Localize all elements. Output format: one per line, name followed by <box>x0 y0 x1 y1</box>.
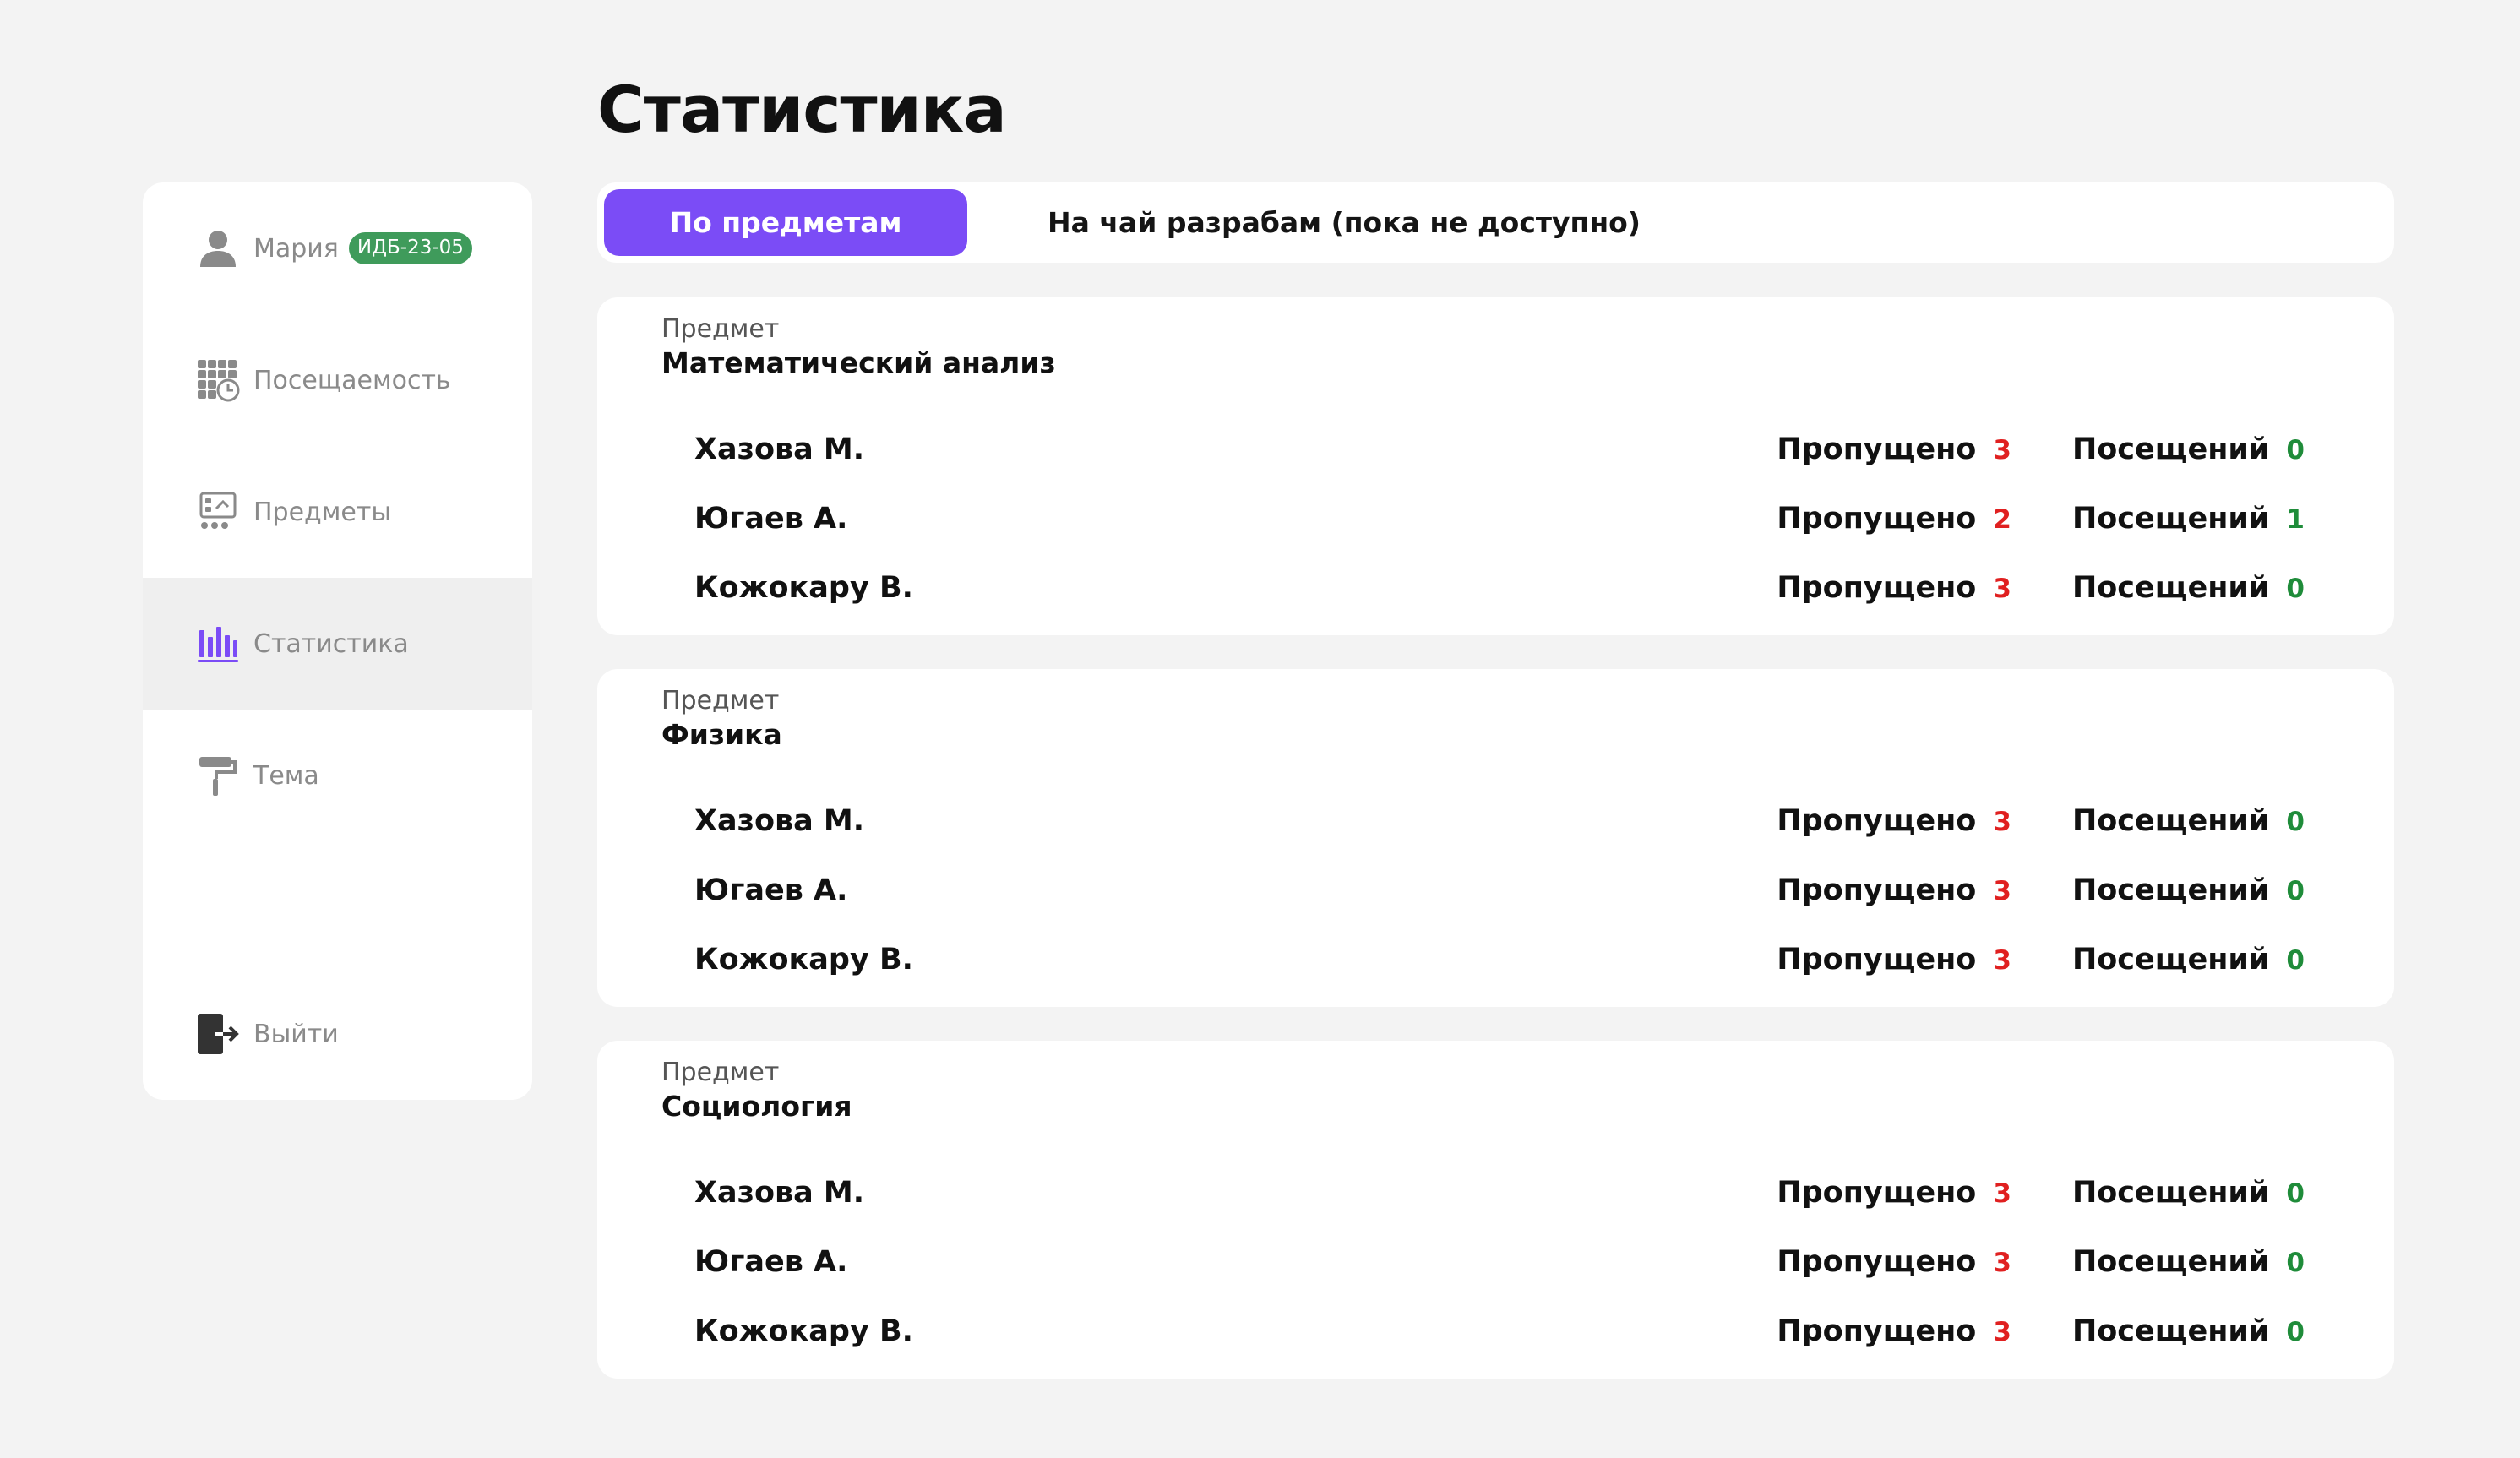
table-row: Хазова М. Пропущено 3 Посещений 0 <box>597 1167 2394 1218</box>
logout-button[interactable]: Выйти <box>143 968 532 1100</box>
paint-roller-icon <box>196 753 240 797</box>
student-stats: Пропущено 3 Посещений 0 <box>1777 804 2305 838</box>
visits-label: Посещений <box>2071 1314 2270 1348</box>
student-name: Югаев А. <box>694 873 848 907</box>
student-stats: Пропущено 2 Посещений 1 <box>1777 502 2305 536</box>
visits-count: 0 <box>2286 807 2305 837</box>
missed-count: 3 <box>1993 574 2011 604</box>
user-icon <box>196 226 240 270</box>
table-row: Хазова М. Пропущено 3 Посещений 0 <box>597 424 2394 475</box>
visits-label: Посещений <box>2071 873 2270 907</box>
subject-title: Физика <box>661 718 782 751</box>
sidebar-item-label: Предметы <box>253 497 392 527</box>
student-stats: Пропущено 3 Посещений 0 <box>1777 571 2305 605</box>
visits-count: 0 <box>2286 1317 2305 1347</box>
missed-label: Пропущено <box>1777 433 1977 466</box>
student-name: Кожокару В. <box>694 943 913 977</box>
student-stats: Пропущено 3 Посещений 0 <box>1777 433 2305 466</box>
table-row: Кожокару В. Пропущено 3 Посещений 0 <box>597 1306 2394 1357</box>
visits-count: 0 <box>2286 1178 2305 1209</box>
student-name: Югаев А. <box>694 502 848 536</box>
missed-count: 3 <box>1993 807 2011 837</box>
visits-count: 0 <box>2286 574 2305 604</box>
sidebar-item-theme[interactable]: Тема <box>143 710 532 841</box>
tab-by-subjects[interactable]: По предметам <box>604 189 967 256</box>
visits-label: Посещений <box>2071 433 2270 466</box>
missed-label: Пропущено <box>1777 502 1977 536</box>
missed-count: 2 <box>1993 504 2011 535</box>
visits-label: Посещений <box>2071 943 2270 977</box>
subjects-board-icon <box>196 490 240 534</box>
visits-label: Посещений <box>2071 1245 2270 1279</box>
missed-count: 3 <box>1993 876 2011 906</box>
student-stats: Пропущено 3 Посещений 0 <box>1777 1314 2305 1348</box>
missed-count: 3 <box>1993 1248 2011 1278</box>
subject-label: Предмет <box>661 686 780 715</box>
sidebar-panel: Мария ИДБ-23-05 Посещаемость Предметы Ст… <box>143 182 532 1100</box>
student-name: Кожокару В. <box>694 571 913 605</box>
sidebar-item-label: Статистика <box>253 628 409 659</box>
missed-label: Пропущено <box>1777 1314 1977 1348</box>
sidebar-item-label: Посещаемость <box>253 365 451 395</box>
subject-card: Предмет Математический анализ Хазова М. … <box>597 297 2394 635</box>
visits-count: 0 <box>2286 876 2305 906</box>
visits-count: 0 <box>2286 435 2305 465</box>
sidebar-item-subjects[interactable]: Предметы <box>143 446 532 578</box>
user-name: Мария <box>253 233 339 264</box>
page-title: Статистика <box>597 72 1007 147</box>
attendance-grid-clock-icon <box>196 358 240 402</box>
visits-label: Посещений <box>2071 1176 2270 1210</box>
student-stats: Пропущено 3 Посещений 0 <box>1777 1245 2305 1279</box>
sidebar-item-attendance[interactable]: Посещаемость <box>143 314 532 446</box>
subject-card: Предмет Социология Хазова М. Пропущено 3… <box>597 1041 2394 1379</box>
logout-label: Выйти <box>253 1019 339 1049</box>
subject-label: Предмет <box>661 1058 780 1087</box>
student-stats: Пропущено 3 Посещений 0 <box>1777 943 2305 977</box>
student-stats: Пропущено 3 Посещений 0 <box>1777 1176 2305 1210</box>
student-name: Хазова М. <box>694 433 865 466</box>
logout-icon <box>196 1012 240 1056</box>
table-row: Югаев А. Пропущено 2 Посещений 1 <box>597 493 2394 544</box>
visits-label: Посещений <box>2071 804 2270 838</box>
missed-count: 3 <box>1993 1178 2011 1209</box>
missed-count: 3 <box>1993 945 2011 976</box>
sidebar-profile[interactable]: Мария ИДБ-23-05 <box>143 182 532 314</box>
visits-count: 0 <box>2286 1248 2305 1278</box>
bar-chart-icon <box>196 622 240 666</box>
visits-label: Посещений <box>2071 571 2270 605</box>
subject-label: Предмет <box>661 314 780 344</box>
student-name: Кожокару В. <box>694 1314 913 1348</box>
student-name: Югаев А. <box>694 1245 848 1279</box>
missed-label: Пропущено <box>1777 571 1977 605</box>
sidebar-item-label: Тема <box>253 760 319 791</box>
missed-label: Пропущено <box>1777 943 1977 977</box>
table-row: Кожокару В. Пропущено 3 Посещений 0 <box>597 563 2394 613</box>
table-row: Югаев А. Пропущено 3 Посещений 0 <box>597 1237 2394 1287</box>
missed-count: 3 <box>1993 435 2011 465</box>
table-row: Югаев А. Пропущено 3 Посещений 0 <box>597 865 2394 916</box>
student-stats: Пропущено 3 Посещений 0 <box>1777 873 2305 907</box>
visits-label: Посещений <box>2071 502 2270 536</box>
table-row: Кожокару В. Пропущено 3 Посещений 0 <box>597 934 2394 985</box>
missed-label: Пропущено <box>1777 1245 1977 1279</box>
missed-label: Пропущено <box>1777 873 1977 907</box>
sidebar-item-statistics[interactable]: Статистика <box>143 578 532 710</box>
tab-bar: По предметам На чай разрабам (пока не до… <box>597 182 2394 263</box>
group-badge: ИДБ-23-05 <box>348 232 472 264</box>
subject-card: Предмет Физика Хазова М. Пропущено 3 Пос… <box>597 669 2394 1007</box>
student-name: Хазова М. <box>694 804 865 838</box>
subject-title: Математический анализ <box>661 346 1056 379</box>
visits-count: 0 <box>2286 945 2305 976</box>
table-row: Хазова М. Пропущено 3 Посещений 0 <box>597 796 2394 846</box>
subject-title: Социология <box>661 1090 852 1123</box>
missed-label: Пропущено <box>1777 804 1977 838</box>
missed-label: Пропущено <box>1777 1176 1977 1210</box>
missed-count: 3 <box>1993 1317 2011 1347</box>
student-name: Хазова М. <box>694 1176 865 1210</box>
visits-count: 1 <box>2286 504 2305 535</box>
tab-tip-developers[interactable]: На чай разрабам (пока не доступно) <box>1048 189 1641 256</box>
